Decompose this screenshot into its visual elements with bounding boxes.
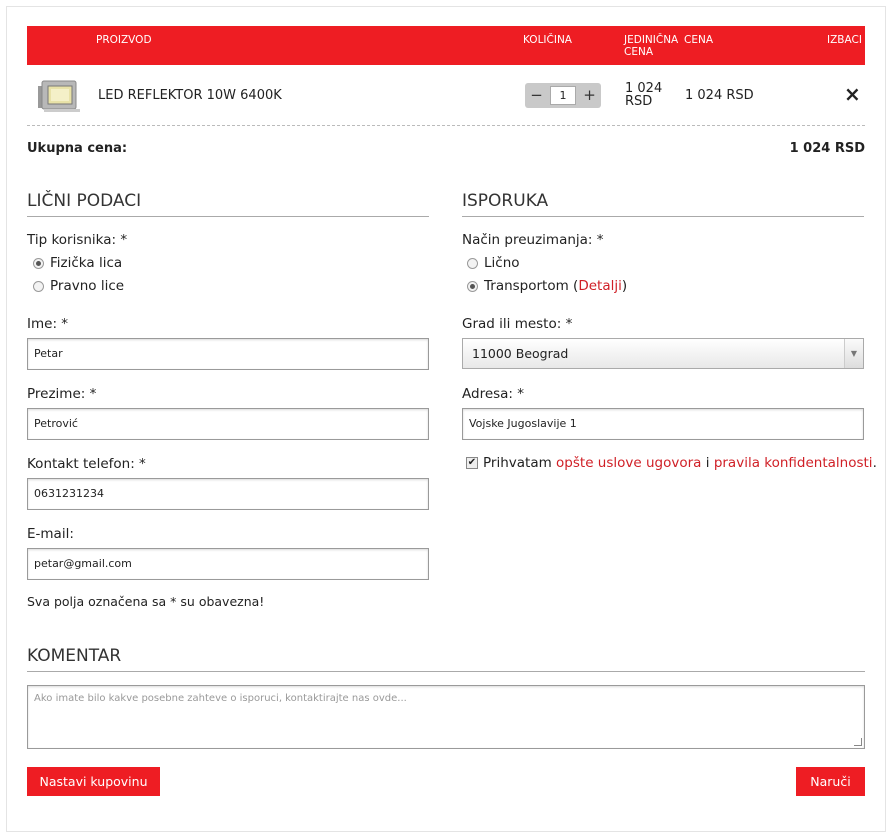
radio-transport-dot[interactable]: [467, 280, 478, 292]
radio-individual[interactable]: Fizička lica: [33, 255, 122, 271]
continue-shopping-button[interactable]: Nastavi kupovinu: [27, 767, 160, 796]
col-quantity: KOLIČINA: [523, 34, 572, 46]
col-unit-price-line1: JEDINIČNA: [624, 34, 679, 46]
cart-row: LED REFLEKTOR 10W 6400K − 1 + 1 024 RSD 1…: [27, 65, 865, 125]
row-divider: [27, 125, 865, 126]
details-close-paren: ): [621, 278, 628, 294]
city-label: Grad ili mesto: *: [462, 316, 573, 332]
cart-table-header: PROIZVOD KOLIČINA JEDINIČNA CENA CENA IZB…: [27, 26, 865, 65]
col-price: CENA: [684, 34, 714, 46]
required-fields-note: Sva polja označena sa * su obavezna!: [27, 594, 265, 609]
last-name-label: Prezime: *: [27, 386, 97, 402]
email-field[interactable]: petar@gmail.com: [27, 548, 429, 580]
quantity-input[interactable]: 1: [550, 86, 576, 105]
product-thumbnail[interactable]: [37, 78, 83, 114]
radio-pickup-personal[interactable]: Lično: [467, 255, 520, 271]
col-unit-price: JEDINIČNA CENA: [624, 34, 678, 58]
address-field[interactable]: Vojske Jugoslavije 1: [462, 408, 864, 440]
accept-terms-checkbox[interactable]: ✔: [466, 457, 478, 469]
address-label: Adresa: *: [462, 386, 525, 402]
comment-placeholder: Ako imate bilo kakve posebne zahteve o i…: [34, 693, 407, 704]
city-select[interactable]: 11000 Beograd ▼: [462, 338, 864, 369]
unit-price-currency: RSD: [625, 94, 653, 109]
radio-individual-label: Fizička lica: [50, 255, 123, 271]
details-link[interactable]: Detalji: [578, 278, 622, 294]
radio-legal-entity-dot[interactable]: [33, 280, 44, 292]
decrease-quantity-button[interactable]: −: [525, 83, 548, 108]
col-product: PROIZVOD: [96, 34, 152, 46]
personal-data-heading: LIČNI PODACI: [27, 191, 429, 217]
phone-field[interactable]: 0631231234: [27, 478, 429, 510]
total-label: Ukupna cena:: [27, 141, 128, 156]
last-name-field[interactable]: Petrović: [27, 408, 429, 440]
user-type-label: Tip korisnika: *: [27, 232, 128, 248]
order-button[interactable]: Naruči: [796, 767, 865, 796]
product-name[interactable]: LED REFLEKTOR 10W 6400K: [98, 88, 282, 103]
phone-label: Kontakt telefon: *: [27, 456, 146, 472]
col-unit-price-line2: CENA: [624, 46, 654, 58]
chevron-down-icon[interactable]: ▼: [844, 339, 863, 368]
line-price: 1 024 RSD: [685, 88, 754, 103]
radio-transport-label: Transportom (: [484, 278, 579, 294]
privacy-link[interactable]: pravila konfidentalnosti: [714, 455, 873, 471]
radio-pickup-personal-dot[interactable]: [467, 257, 478, 269]
accept-terms-prefix: Prihvatam: [483, 455, 552, 471]
comment-heading: KOMENTAR: [27, 646, 865, 672]
radio-individual-dot[interactable]: [33, 257, 44, 269]
first-name-field[interactable]: Petar: [27, 338, 429, 370]
first-name-label: Ime: *: [27, 316, 69, 332]
resize-grip-icon[interactable]: [854, 738, 862, 746]
unit-price: 1 024 RSD: [625, 82, 662, 108]
email-label: E-mail:: [27, 526, 74, 542]
delivery-heading: ISPORUKA: [462, 191, 864, 217]
radio-legal-entity-label: Pravno lice: [50, 278, 125, 294]
radio-transport[interactable]: Transportom (Detalji): [467, 278, 627, 294]
remove-item-icon[interactable]: ×: [844, 83, 861, 105]
accept-terms-suffix: .: [872, 455, 877, 471]
quantity-stepper: − 1 +: [525, 83, 601, 108]
col-remove: IZBACI: [827, 34, 862, 46]
radio-legal-entity[interactable]: Pravno lice: [33, 278, 124, 294]
city-select-value: 11000 Beograd: [472, 346, 569, 361]
accept-terms-checkbox-row: ✔ Prihvatam opšte uslove ugovora i pravi…: [466, 455, 877, 471]
increase-quantity-button[interactable]: +: [578, 83, 601, 108]
radio-pickup-personal-label: Lično: [484, 255, 520, 271]
comment-textarea[interactable]: Ako imate bilo kakve posebne zahteve o i…: [27, 685, 865, 749]
terms-link[interactable]: opšte uslove ugovora: [556, 455, 701, 471]
delivery-method-label: Način preuzimanja: *: [462, 232, 604, 248]
total-value: 1 024 RSD: [789, 141, 865, 156]
accept-terms-and: i: [705, 455, 710, 471]
